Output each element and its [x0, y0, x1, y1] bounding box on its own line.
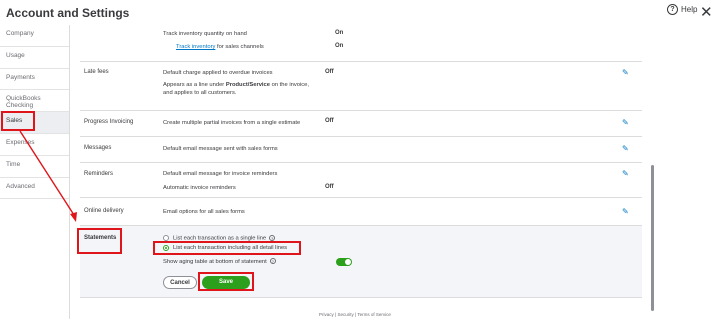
help-label: Help: [681, 5, 698, 14]
late-fees-note-line2: and applies to all customers.: [163, 90, 237, 96]
aging-table-toggle[interactable]: [336, 258, 352, 266]
privacy-link[interactable]: Privacy: [319, 312, 334, 317]
late-fees-note-suffix: on the invoice,: [269, 82, 309, 88]
close-icon[interactable]: ✕: [700, 3, 713, 21]
inventory-section: Track inventory quantity on hand On Trac…: [80, 25, 642, 62]
aging-table-label: Show aging table at bottom of statement: [163, 259, 267, 265]
sidebar-item-payments[interactable]: Payments: [0, 69, 69, 91]
late-fees-note-prefix: Appears as a line under: [163, 82, 226, 88]
detail-lines-highlight-box: [153, 241, 301, 255]
track-channels-value: On: [335, 43, 344, 49]
pencil-icon[interactable]: ✎: [622, 169, 629, 178]
late-fees-note-bold: Product/Service: [225, 82, 270, 88]
reminders-label: Reminders: [84, 171, 114, 177]
footer-links: Privacy | Security | Terms of Service: [319, 312, 391, 317]
track-channels-text: Track inventory for sales channels: [176, 43, 264, 51]
progress-invoicing-row[interactable]: Progress Invoicing Create multiple parti…: [80, 111, 642, 137]
progress-invoicing-desc: Create multiple partial invoices from a …: [163, 120, 301, 126]
late-fees-row[interactable]: Late fees Default charge applied to over…: [80, 62, 642, 111]
pencil-icon[interactable]: ✎: [622, 68, 629, 77]
reminders-desc2: Automatic invoice reminders: [163, 185, 236, 191]
late-fees-label: Late fees: [84, 69, 109, 75]
reminders-row[interactable]: Reminders Default email message for invo…: [80, 163, 642, 198]
aging-table-option: Show aging table at bottom of statement?: [163, 258, 276, 266]
track-channels-rest: for sales channels: [215, 44, 264, 50]
messages-desc: Default email message sent with sales fo…: [163, 146, 278, 152]
help-button[interactable]: ? Help: [667, 4, 697, 15]
save-highlight-box: [198, 272, 254, 291]
help-icon: ?: [667, 4, 678, 15]
pencil-icon[interactable]: ✎: [622, 144, 629, 153]
footer-separator: |: [355, 312, 357, 317]
reminders-value: Off: [325, 184, 334, 190]
statements-highlight-box: [77, 228, 122, 254]
late-fees-note: Appears as a line under Product/Service …: [163, 81, 309, 89]
messages-label: Messages: [84, 145, 112, 151]
settings-content: Track inventory quantity on hand On Trac…: [70, 25, 642, 319]
page-title: Account and Settings: [6, 6, 130, 20]
sidebar-item-usage[interactable]: Usage: [0, 47, 69, 69]
terms-link[interactable]: Terms of Service: [357, 312, 391, 317]
track-qty-value: On: [335, 30, 344, 36]
progress-invoicing-label: Progress Invoicing: [84, 119, 134, 125]
sidebar-item-advanced[interactable]: Advanced: [0, 178, 69, 200]
security-link[interactable]: Security: [337, 312, 353, 317]
sales-highlight-box: [1, 111, 35, 131]
pencil-icon[interactable]: ✎: [622, 207, 629, 216]
reminders-desc: Default email message for invoice remind…: [163, 171, 278, 177]
sidebar-item-company[interactable]: Company: [0, 25, 69, 47]
sidebar-item-quickbooks-checking[interactable]: QuickBooks Checking: [0, 90, 69, 113]
late-fees-desc: Default charge applied to overdue invoic…: [163, 70, 273, 76]
cancel-button[interactable]: Cancel: [163, 276, 197, 289]
track-qty-label: Track inventory quantity on hand: [163, 31, 247, 37]
sidebar-item-expenses[interactable]: Expenses: [0, 134, 69, 156]
header-bar: Account and Settings ? Help ✕: [0, 0, 719, 28]
info-icon[interactable]: ?: [269, 258, 276, 265]
online-delivery-row[interactable]: Online delivery Email options for all sa…: [80, 198, 642, 226]
track-inventory-link[interactable]: Track inventory: [176, 44, 215, 50]
scrollbar[interactable]: [651, 165, 654, 311]
online-delivery-label: Online delivery: [84, 208, 124, 214]
late-fees-value: Off: [325, 69, 334, 75]
messages-row[interactable]: Messages Default email message sent with…: [80, 137, 642, 163]
online-delivery-desc: Email options for all sales forms: [163, 209, 245, 215]
pencil-icon[interactable]: ✎: [622, 118, 629, 127]
settings-sidebar: Company Usage Payments QuickBooks Checki…: [0, 25, 70, 319]
sidebar-item-time[interactable]: Time: [0, 156, 69, 178]
statements-row: Statements List each transaction as a si…: [80, 226, 642, 298]
progress-invoicing-value: Off: [325, 118, 334, 124]
